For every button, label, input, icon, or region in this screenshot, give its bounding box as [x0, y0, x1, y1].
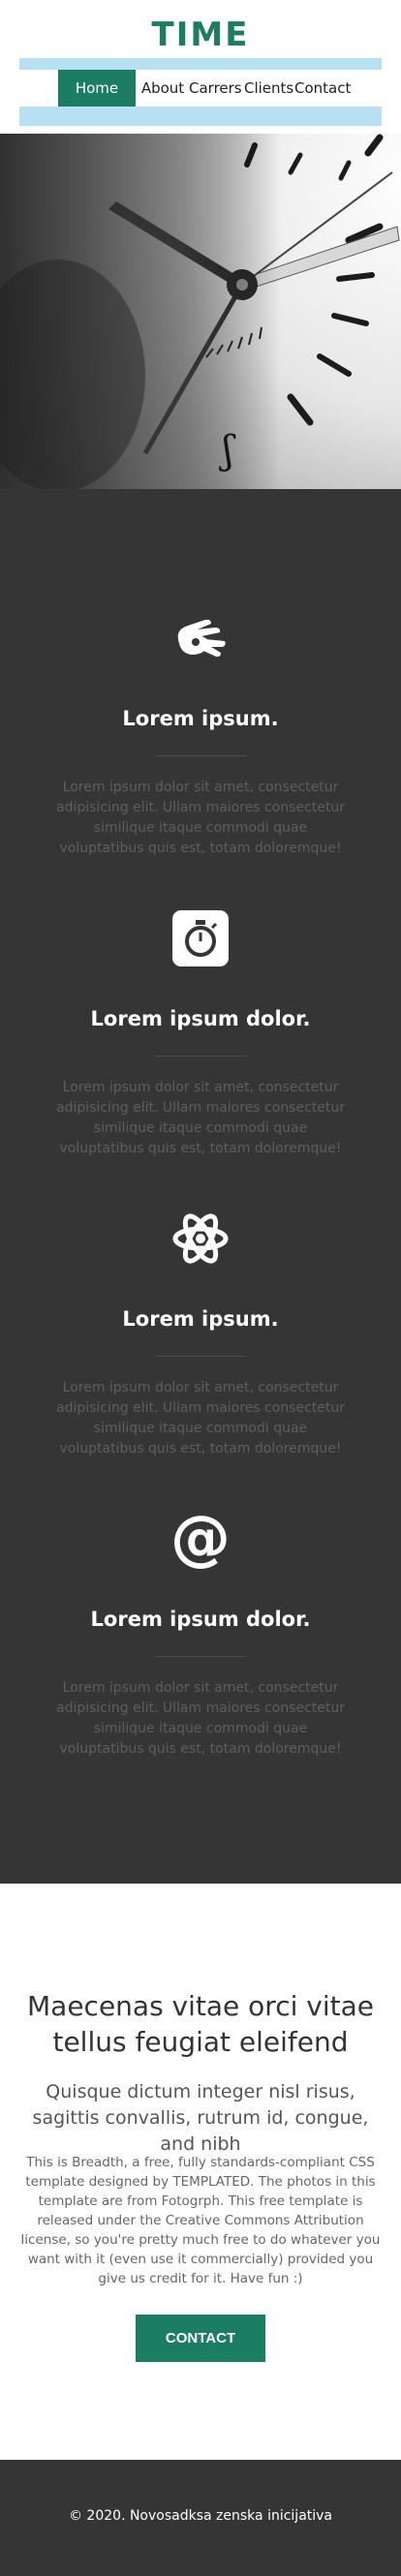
contact-button[interactable]: CONTACT: [136, 2315, 265, 2362]
stopwatch-icon: [172, 910, 229, 966]
feature-divider: [155, 755, 246, 756]
cta-subtitle: Quisque dictum integer nisl risus, sagit…: [32, 2081, 369, 2155]
features-section: Lorem ipsum. Lorem ipsum dolor sit amet,…: [0, 489, 401, 1884]
cta-title: Maecenas vitae orci vitae tellus feugiat…: [27, 1990, 374, 2058]
atom-icon: [172, 1213, 229, 1264]
hero-clock-image: ʃ: [0, 134, 401, 489]
feature-text: Lorem ipsum dolor sit amet, consectetur …: [55, 1380, 346, 1457]
nav-clients[interactable]: Clients: [244, 70, 293, 107]
feature-title: Lorem ipsum dolor.: [90, 1608, 311, 1631]
feature-title: Lorem ipsum.: [122, 1307, 279, 1331]
svg-text:@: @: [170, 1508, 231, 1570]
nav-carrers[interactable]: Carrers: [189, 70, 242, 107]
feature-text: Lorem ipsum dolor sit amet, consectetur …: [55, 1680, 346, 1757]
feature-divider: [155, 1356, 246, 1357]
site-footer: © 2020. Novosadksa zenska inicijativa: [0, 2460, 401, 2576]
nav-about[interactable]: About: [140, 70, 185, 107]
feature-divider: [155, 1056, 246, 1057]
feature-text: Lorem ipsum dolor sit amet, consectetur …: [55, 1080, 346, 1156]
feature-text: Lorem ipsum dolor sit amet, consectetur …: [55, 780, 346, 856]
copyright-text: © 2020. Novosadksa zenska inicijativa: [68, 2508, 333, 2524]
sign-language-hands-icon: [177, 619, 226, 658]
feature-title: Lorem ipsum dolor.: [90, 1007, 311, 1030]
nav-home[interactable]: Home: [58, 70, 136, 107]
feature-title: Lorem ipsum.: [122, 707, 279, 730]
site-logo[interactable]: TIME: [0, 15, 401, 54]
nav-contact[interactable]: Contact: [294, 70, 351, 107]
at-sign-icon: @: [170, 1508, 231, 1570]
cta-body-text: This is Breadth, a free, fully standards…: [20, 2155, 381, 2286]
site-header: TIME Home About Carrers Clients Contact: [0, 0, 401, 134]
cta-section: Maecenas vitae orci vitae tellus feugiat…: [0, 1884, 401, 2460]
feature-divider: [155, 1656, 246, 1657]
